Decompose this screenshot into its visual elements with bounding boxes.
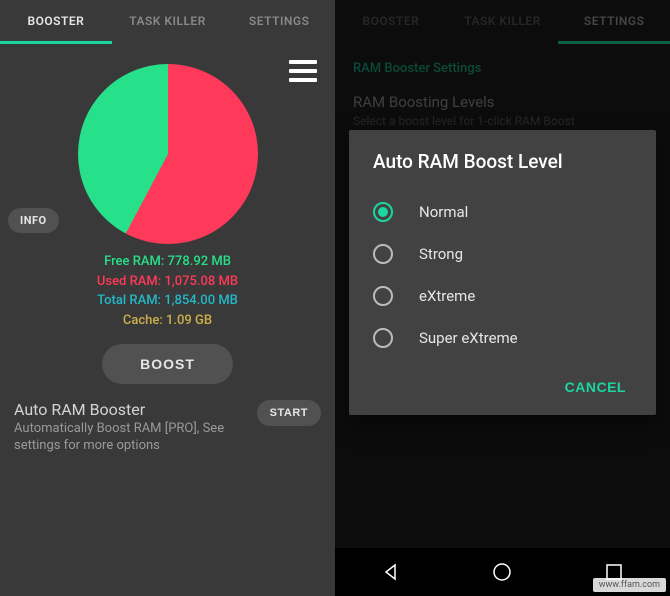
radio-icon bbox=[373, 244, 393, 264]
radio-label: Normal bbox=[419, 203, 468, 221]
radio-label: Super eXtreme bbox=[419, 329, 518, 347]
info-button[interactable]: INFO bbox=[8, 208, 59, 233]
tab-booster[interactable]: BOOSTER bbox=[0, 0, 112, 44]
stat-free: Free RAM: 778.92 MB bbox=[14, 252, 321, 272]
auto-ram-subtitle: Automatically Boost RAM [PRO], See setti… bbox=[14, 421, 244, 455]
tab-task-killer[interactable]: TASK KILLER bbox=[112, 0, 224, 44]
watermark: www.ffam.com bbox=[593, 578, 666, 592]
stat-cache: Cache: 1.09 GB bbox=[14, 311, 321, 331]
auto-ram-section: Auto RAM Booster Automatically Boost RAM… bbox=[14, 400, 321, 455]
ram-stats: Free RAM: 778.92 MB Used RAM: 1,075.08 M… bbox=[14, 252, 321, 330]
radio-label: Strong bbox=[419, 245, 463, 263]
booster-content: INFO Free RAM: 778.92 MB Used RAM: 1,075… bbox=[0, 44, 335, 469]
radio-icon bbox=[373, 202, 393, 222]
cancel-button[interactable]: CANCEL bbox=[559, 369, 632, 405]
radio-icon bbox=[373, 328, 393, 348]
radio-option-normal[interactable]: Normal bbox=[373, 191, 632, 233]
radio-icon bbox=[373, 286, 393, 306]
radio-option-super-extreme[interactable]: Super eXtreme bbox=[373, 317, 632, 359]
stat-used: Used RAM: 1,075.08 MB bbox=[14, 272, 321, 292]
boost-button[interactable]: BOOST bbox=[102, 344, 233, 384]
start-button[interactable]: START bbox=[257, 400, 321, 426]
pie-graphic bbox=[78, 64, 258, 244]
boost-level-dialog: Auto RAM Boost Level Normal Strong eXtre… bbox=[349, 130, 656, 415]
tab-bar: BOOSTER TASK KILLER SETTINGS bbox=[0, 0, 335, 44]
ram-pie-chart bbox=[14, 64, 321, 244]
stat-total: Total RAM: 1,854.00 MB bbox=[14, 291, 321, 311]
radio-label: eXtreme bbox=[419, 287, 475, 305]
nav-home-icon[interactable] bbox=[472, 556, 532, 588]
tab-settings[interactable]: SETTINGS bbox=[223, 0, 335, 44]
booster-screen: BOOSTER TASK KILLER SETTINGS INFO Free R… bbox=[0, 0, 335, 596]
dialog-actions: CANCEL bbox=[373, 369, 632, 405]
settings-screen: BOOSTER TASK KILLER SETTINGS RAM Booster… bbox=[335, 0, 670, 596]
dialog-title: Auto RAM Boost Level bbox=[373, 150, 632, 173]
radio-option-extreme[interactable]: eXtreme bbox=[373, 275, 632, 317]
radio-option-strong[interactable]: Strong bbox=[373, 233, 632, 275]
nav-back-icon[interactable] bbox=[361, 556, 421, 588]
